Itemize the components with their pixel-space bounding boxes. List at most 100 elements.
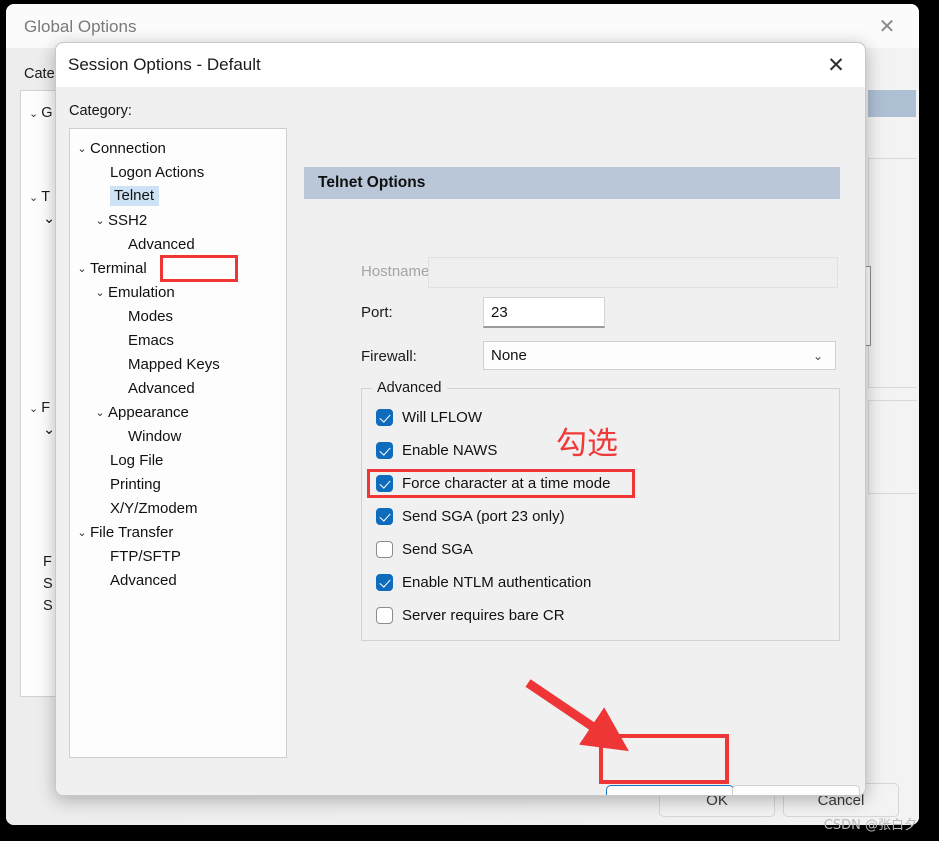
chevron-down-icon[interactable]: ⌄ xyxy=(92,406,108,419)
checkbox-checked-icon[interactable] xyxy=(376,573,393,591)
chevron-down-icon: ⌄ xyxy=(29,192,39,204)
checkbox-enable-ntlm-authentication[interactable]: Enable NTLM authentication xyxy=(376,571,591,593)
checkbox-send-sga[interactable]: Send SGA xyxy=(376,538,473,560)
checkbox-unchecked-icon[interactable] xyxy=(376,606,393,624)
tree-item-label: File Transfer xyxy=(90,523,174,541)
tree-item-label: Printing xyxy=(110,475,161,493)
bg-tree-item[interactable]: ⌄ xyxy=(43,211,55,227)
chevron-down-icon: ⌄ xyxy=(812,348,823,363)
global-options-title: Global Options xyxy=(24,17,137,36)
checkbox-label: Force character at a time mode xyxy=(402,474,611,492)
tree-item-label: Logon Actions xyxy=(110,163,205,181)
checkbox-force-character-at-a-time-mode[interactable]: Force character at a time mode xyxy=(376,472,610,494)
bg-tree-item-label: F xyxy=(41,400,51,416)
checkbox-checked-icon[interactable] xyxy=(376,408,393,426)
checkbox-label: Send SGA xyxy=(402,540,473,558)
chevron-down-icon[interactable]: ⌄ xyxy=(74,526,90,539)
tree-item-label: Appearance xyxy=(108,403,189,421)
global-options-groupbox-2 xyxy=(868,400,917,494)
tree-item-window[interactable]: Window xyxy=(128,425,181,447)
checkbox-checked-icon[interactable] xyxy=(376,507,393,525)
bg-tree-item[interactable]: ⌄ F xyxy=(29,400,50,416)
tree-item-telnet[interactable]: Telnet xyxy=(110,185,160,207)
session-options-title: Session Options - Default xyxy=(68,55,261,74)
tree-item-label: Advanced xyxy=(128,235,195,253)
chevron-down-icon[interactable]: ⌄ xyxy=(92,286,108,299)
pane-header-label: Telnet Options xyxy=(318,174,426,191)
checkbox-enable-naws[interactable]: Enable NAWS xyxy=(376,439,497,461)
bg-tree-item[interactable]: ⌄ T xyxy=(29,189,50,205)
tree-item-advanced[interactable]: Advanced xyxy=(110,569,177,591)
checkbox-label: Enable NAWS xyxy=(402,441,498,459)
cancel-button[interactable]: Cancel xyxy=(732,785,860,795)
tree-item-label: Emacs xyxy=(128,331,174,349)
bg-tree-item-label: S xyxy=(43,576,53,592)
firewall-select[interactable]: None ⌄ xyxy=(483,341,836,370)
bg-tree-item[interactable]: S xyxy=(43,598,53,614)
bg-tree-item-label: ⌄ xyxy=(43,211,56,227)
tree-item-label: Emulation xyxy=(108,283,175,301)
category-tree[interactable]: ⌄ Connection Logon Actions Telnet ⌄ SSH2 Advan… xyxy=(69,128,287,758)
session-options-dialog: Session Options - Default ✕ Category: ⌄ C… xyxy=(55,42,866,796)
firewall-value: None xyxy=(491,347,527,364)
ok-button[interactable]: OK xyxy=(606,785,734,795)
checkbox-server-requires-bare-cr[interactable]: Server requires bare CR xyxy=(376,604,565,626)
port-input[interactable]: 23 xyxy=(483,297,605,328)
tree-item-label: SSH2 xyxy=(108,211,148,229)
category-label: Category: xyxy=(69,103,132,119)
bg-tree-item[interactable]: S xyxy=(43,576,53,592)
tree-item-advanced[interactable]: Advanced xyxy=(128,233,195,255)
hostname-input xyxy=(428,257,838,288)
tree-item-x-y-zmodem[interactable]: X/Y/Zmodem xyxy=(110,497,198,519)
close-icon[interactable]: ✕ xyxy=(875,15,899,39)
tree-item-printing[interactable]: Printing xyxy=(110,473,161,495)
hostname-label: Hostname: xyxy=(361,263,434,280)
chevron-down-icon: ⌄ xyxy=(29,403,39,415)
chevron-down-icon[interactable]: ⌄ xyxy=(74,262,90,275)
tree-item-mapped-keys[interactable]: Mapped Keys xyxy=(128,353,220,375)
chevron-down-icon[interactable]: ⌄ xyxy=(92,214,108,227)
checkbox-will-lflow[interactable]: Will LFLOW xyxy=(376,406,482,428)
hostname-row: Hostname: xyxy=(361,263,434,280)
tree-item-label: Window xyxy=(128,427,182,445)
checkbox-checked-icon[interactable] xyxy=(376,441,393,459)
tree-item-modes[interactable]: Modes xyxy=(128,305,173,327)
tree-item-label: Telnet xyxy=(110,186,160,206)
tree-item-label: FTP/SFTP xyxy=(110,547,181,565)
port-row: Port: xyxy=(361,304,393,321)
bg-tree-item[interactable]: F xyxy=(43,554,52,570)
tree-item-log-file[interactable]: Log File xyxy=(110,449,163,471)
bg-tree-item-label: ⌄ xyxy=(43,422,56,438)
tree-item-emulation[interactable]: ⌄ Emulation xyxy=(95,281,175,303)
tree-item-advanced[interactable]: Advanced xyxy=(128,377,195,399)
checkbox-label: Server requires bare CR xyxy=(402,606,565,624)
tree-item-label: Advanced xyxy=(128,379,195,397)
checkbox-checked-icon[interactable] xyxy=(376,474,393,492)
tree-item-connection[interactable]: ⌄ Connection xyxy=(77,137,166,159)
tree-item-appearance[interactable]: ⌄ Appearance xyxy=(95,401,189,423)
bg-tree-item[interactable]: ⌄ xyxy=(43,422,55,438)
bg-tree-item[interactable]: ⌄ G xyxy=(29,105,53,121)
checkbox-label: Enable NTLM authentication xyxy=(402,573,592,591)
chevron-down-icon[interactable]: ⌄ xyxy=(74,142,90,155)
chevron-down-icon: ⌄ xyxy=(29,108,39,120)
tree-item-logon-actions[interactable]: Logon Actions xyxy=(110,161,204,183)
checkbox-label: Will LFLOW xyxy=(402,408,482,426)
tree-item-ftp-sftp[interactable]: FTP/SFTP xyxy=(110,545,181,567)
tree-item-emacs[interactable]: Emacs xyxy=(128,329,174,351)
tree-item-label: Mapped Keys xyxy=(128,355,220,373)
checkbox-send-sga-port-23-only[interactable]: Send SGA (port 23 only) xyxy=(376,505,565,527)
bg-tree-item-label: F xyxy=(43,554,52,570)
global-options-pane-header xyxy=(868,90,916,117)
session-options-body: Category: ⌄ Connection Logon Actions Telnet… xyxy=(56,87,865,795)
tree-item-label: Connection xyxy=(90,139,166,157)
tree-item-terminal[interactable]: ⌄ Terminal xyxy=(77,257,146,279)
tree-item-file-transfer[interactable]: ⌄ File Transfer xyxy=(77,521,174,543)
bg-tree-item-label: S xyxy=(43,598,53,614)
checkbox-unchecked-icon[interactable] xyxy=(376,540,393,558)
tree-item-ssh2[interactable]: ⌄ SSH2 xyxy=(95,209,148,231)
port-value: 23 xyxy=(491,303,508,321)
close-icon[interactable]: ✕ xyxy=(823,53,849,79)
tree-item-label: Modes xyxy=(128,307,174,325)
bg-tree-item-label: G xyxy=(41,105,53,121)
